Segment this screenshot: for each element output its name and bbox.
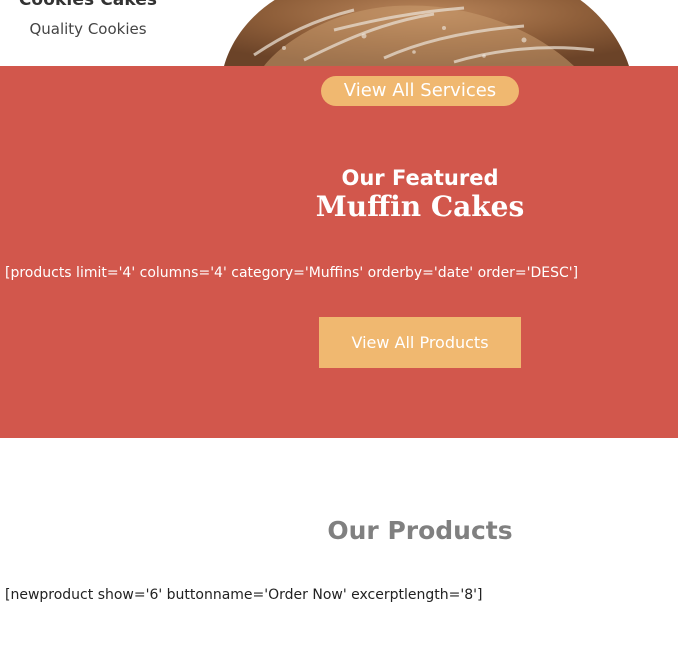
header: Cookies Cakes Quality Cookies	[0, 0, 678, 66]
page: Cookies Cakes Quality Cookies View All S…	[0, 0, 678, 658]
featured-title: Muffin Cakes	[315, 190, 525, 223]
products-shortcode-text: [products limit='4' columns='4' category…	[5, 265, 579, 281]
newproduct-shortcode-text: [newproduct show='6' buttonname='Order N…	[5, 587, 483, 603]
featured-kicker: Our Featured	[341, 166, 499, 190]
site-tagline: Quality Cookies	[29, 20, 147, 38]
view-all-products-button[interactable]: View All Products	[319, 317, 521, 368]
our-products-heading: Our Products	[327, 516, 513, 545]
view-all-services-button[interactable]: View All Services	[321, 76, 519, 106]
site-title[interactable]: Cookies Cakes	[0, 0, 176, 10]
bread-loaf-image	[224, 0, 629, 66]
site-branding[interactable]: Cookies Cakes Quality Cookies	[0, 0, 176, 66]
featured-section: View All Services Our Featured Muffin Ca…	[0, 66, 678, 438]
